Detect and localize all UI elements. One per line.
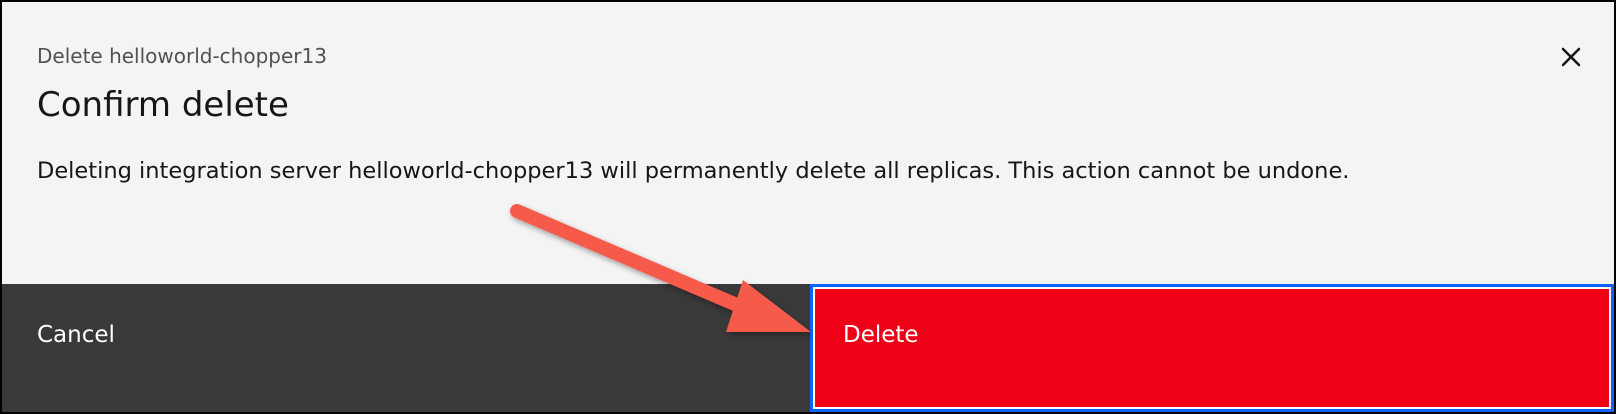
close-button[interactable]: [1548, 34, 1594, 80]
delete-modal: Delete helloworld-chopper13 Confirm dele…: [0, 0, 1616, 414]
modal-title: Confirm delete: [37, 85, 289, 125]
modal-message: Deleting integration server helloworld-c…: [37, 158, 1350, 184]
modal-footer: Cancel Delete: [2, 284, 1614, 412]
cancel-button[interactable]: Cancel: [2, 284, 810, 412]
modal-header: Delete helloworld-chopper13 Confirm dele…: [2, 2, 1614, 284]
close-icon: [1561, 47, 1581, 67]
modal-label: Delete helloworld-chopper13: [37, 44, 327, 68]
delete-button[interactable]: Delete: [810, 284, 1614, 412]
